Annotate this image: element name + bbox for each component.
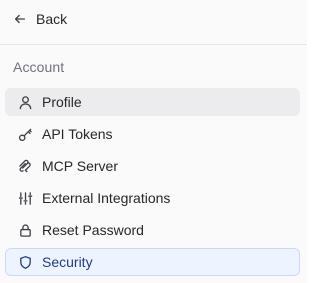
divider	[0, 44, 307, 45]
nav-item-external-integrations[interactable]: External Integrations	[5, 184, 300, 212]
nav-item-reset-password[interactable]: Reset Password	[5, 216, 300, 244]
nav-item-label: External Integrations	[42, 190, 171, 206]
nav-item-profile[interactable]: Profile	[5, 88, 300, 116]
account-nav: Profile API Tokens MCP Server External I…	[5, 88, 300, 280]
mcp-icon	[18, 159, 33, 174]
nav-item-label: MCP Server	[42, 158, 118, 174]
nav-item-label: Security	[42, 254, 93, 270]
settings-sidebar: Back Account Profile API Tokens MCP Serv…	[0, 0, 307, 283]
back-label: Back	[36, 11, 68, 27]
shield-icon	[18, 255, 33, 270]
nav-item-label: Profile	[42, 94, 82, 110]
nav-item-label: Reset Password	[42, 222, 144, 238]
back-button[interactable]: Back	[6, 6, 75, 32]
key-icon	[18, 127, 33, 142]
nav-item-security[interactable]: Security	[5, 248, 300, 276]
sliders-icon	[18, 191, 33, 206]
user-icon	[18, 95, 33, 110]
nav-item-label: API Tokens	[42, 126, 113, 142]
lock-icon	[18, 223, 33, 238]
arrow-left-icon	[13, 12, 27, 26]
section-title-account: Account	[13, 59, 65, 75]
nav-item-api-tokens[interactable]: API Tokens	[5, 120, 300, 148]
nav-item-mcp-server[interactable]: MCP Server	[5, 152, 300, 180]
